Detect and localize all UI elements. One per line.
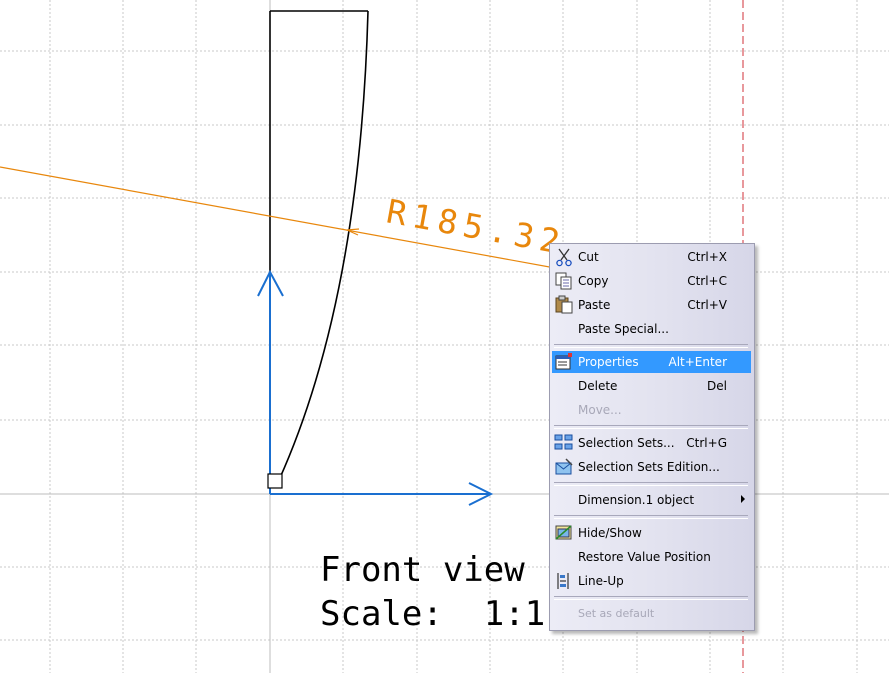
selection-sets-edition-icon <box>554 457 574 477</box>
menu-separator <box>554 482 748 486</box>
menu-item-copy[interactable]: Copy Ctrl+C <box>552 270 751 292</box>
menu-item-set-as-default: Set as default <box>552 603 751 625</box>
menu-item-label: Line-Up <box>578 574 624 588</box>
menu-item-shortcut: Ctrl+V <box>687 298 727 312</box>
menu-item-label: Dimension.1 object <box>578 493 695 507</box>
menu-item-cut[interactable]: Cut Ctrl+X <box>552 246 751 268</box>
menu-separator <box>554 344 748 348</box>
menu-separator <box>554 425 748 429</box>
menu-item-label: Set as default <box>578 607 655 620</box>
menu-item-label: Copy <box>578 274 609 288</box>
menu-item-paste[interactable]: Paste Ctrl+V <box>552 294 751 316</box>
scissors-icon <box>554 247 574 267</box>
menu-item-label: Delete <box>578 379 618 393</box>
menu-item-label: Hide/Show <box>578 526 642 540</box>
properties-icon <box>554 352 574 372</box>
menu-item-dimension-object[interactable]: Dimension.1 object <box>552 489 751 511</box>
menu-separator <box>554 515 748 519</box>
context-menu: Cut Ctrl+X Copy Ctrl+C Paste Ctrl+V Past… <box>549 243 755 631</box>
submenu-arrow-icon <box>741 495 745 503</box>
view-title-name: Front view <box>320 550 525 590</box>
menu-item-paste-special[interactable]: Paste Special... <box>552 318 751 340</box>
menu-item-shortcut: Ctrl+X <box>687 250 727 264</box>
menu-item-selection-sets[interactable]: Selection Sets... Ctrl+G <box>552 432 751 454</box>
menu-item-label: Move... <box>578 403 622 417</box>
menu-item-shortcut: Del <box>707 379 727 393</box>
dimension-radius[interactable]: R185.32 <box>0 166 569 269</box>
menu-item-label: Cut <box>578 250 599 264</box>
menu-item-label: Properties <box>578 355 639 369</box>
part-profile[interactable] <box>269 10 369 481</box>
selection-sets-icon <box>554 433 574 453</box>
menu-item-shortcut: Alt+Enter <box>668 355 727 369</box>
origin-handle[interactable] <box>267 473 283 489</box>
menu-item-selection-sets-edition[interactable]: Selection Sets Edition... <box>552 456 751 478</box>
copy-icon <box>554 271 574 291</box>
menu-item-label: Selection Sets Edition... <box>578 460 720 474</box>
menu-item-shortcut: Ctrl+C <box>687 274 727 288</box>
menu-item-properties[interactable]: Properties Alt+Enter <box>552 351 751 373</box>
menu-item-label: Restore Value Position <box>578 550 711 564</box>
menu-item-delete[interactable]: Delete Del <box>552 375 751 397</box>
menu-item-restore-value-position[interactable]: Restore Value Position <box>552 546 751 568</box>
menu-item-line-up[interactable]: Line-Up <box>552 570 751 592</box>
dimension-label[interactable]: R185.32 <box>384 191 569 262</box>
menu-item-label: Paste Special... <box>578 322 669 336</box>
menu-item-label: Selection Sets... <box>578 436 675 450</box>
menu-separator <box>554 596 748 600</box>
menu-item-move: Move... <box>552 399 751 421</box>
hide-show-icon <box>554 523 574 543</box>
menu-item-shortcut: Ctrl+G <box>686 436 727 450</box>
line-up-icon <box>554 571 574 591</box>
view-title-scale: Scale: 1:1 <box>320 594 546 634</box>
menu-item-hide-show[interactable]: Hide/Show <box>552 522 751 544</box>
view-axis-indicator[interactable] <box>257 269 494 506</box>
menu-item-label: Paste <box>578 298 611 312</box>
clipboard-icon <box>554 295 574 315</box>
